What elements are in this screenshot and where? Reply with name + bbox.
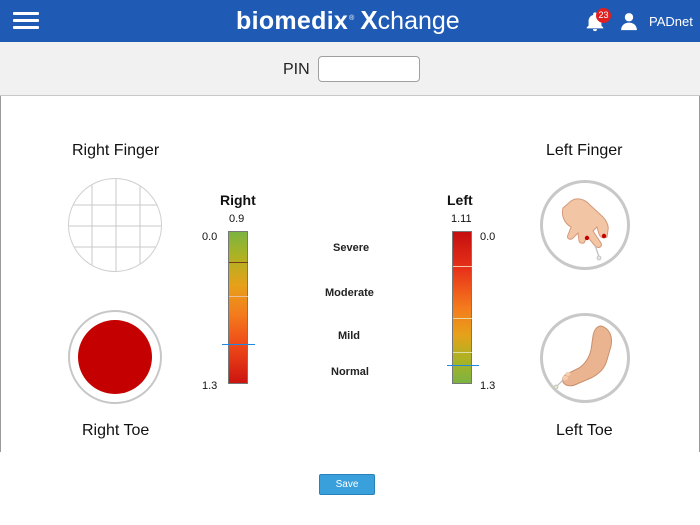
severity-label-mild: Mild — [338, 330, 360, 342]
severity-label-severe: Severe — [333, 242, 370, 254]
hamburger-menu-icon[interactable] — [13, 12, 39, 30]
save-button[interactable]: Save — [319, 474, 375, 495]
right-toe-fill — [78, 320, 152, 394]
right-scale-bottom-label: 1.3 — [202, 380, 218, 392]
left-toe-label: Left Toe — [556, 422, 613, 439]
user-icon[interactable] — [619, 11, 639, 31]
right-scale-tick-1 — [229, 262, 248, 263]
user-name-link[interactable]: PADnet — [649, 14, 693, 29]
severity-label-moderate: Moderate — [325, 287, 374, 299]
left-finger-hand-image[interactable] — [540, 180, 630, 270]
brand-secondary: change — [377, 7, 460, 35]
right-scale-tick-2 — [229, 296, 248, 297]
app-logo: biomedix® Xchange — [236, 5, 460, 37]
right-scale-marker — [222, 344, 255, 345]
left-scale-top-label: 0.0 — [480, 231, 496, 243]
right-toe-label: Right Toe — [82, 422, 150, 439]
right-color-scale — [228, 231, 248, 384]
hand-icon — [561, 198, 609, 261]
left-scale-title: Left — [447, 192, 473, 208]
brand-x: X — [360, 5, 378, 35]
left-scale-marker — [447, 365, 479, 366]
pin-label: PIN — [283, 61, 310, 78]
left-color-scale — [452, 231, 472, 384]
right-scale-value: 0.9 — [229, 213, 245, 225]
pin-bar: PIN — [0, 42, 700, 96]
right-finger-label: Right Finger — [72, 142, 160, 159]
right-scale-top-label: 0.0 — [202, 231, 218, 243]
notification-count-badge: 23 — [596, 8, 611, 23]
severity-label-normal: Normal — [331, 366, 369, 378]
pin-input[interactable] — [318, 56, 420, 82]
left-scale-tick-3 — [453, 352, 472, 353]
left-scale-value: 1.11 — [451, 213, 472, 225]
right-scale-title: Right — [220, 192, 256, 208]
left-scale-tick-2 — [453, 318, 472, 319]
right-toe-result-circle[interactable] — [68, 310, 162, 404]
left-scale-bottom-label: 1.3 — [480, 380, 496, 392]
left-toe-foot-image[interactable] — [540, 313, 630, 403]
foot-icon — [553, 325, 612, 390]
right-finger-grid-circle[interactable] — [68, 178, 162, 272]
brand-primary: biomedix — [236, 7, 349, 35]
left-scale-tick-1 — [453, 266, 472, 267]
left-finger-label: Left Finger — [546, 142, 623, 159]
top-navigation-bar: biomedix® Xchange 23 PADnet — [0, 0, 700, 42]
registered-mark: ® — [349, 14, 355, 22]
grid-lines-icon — [69, 179, 161, 271]
